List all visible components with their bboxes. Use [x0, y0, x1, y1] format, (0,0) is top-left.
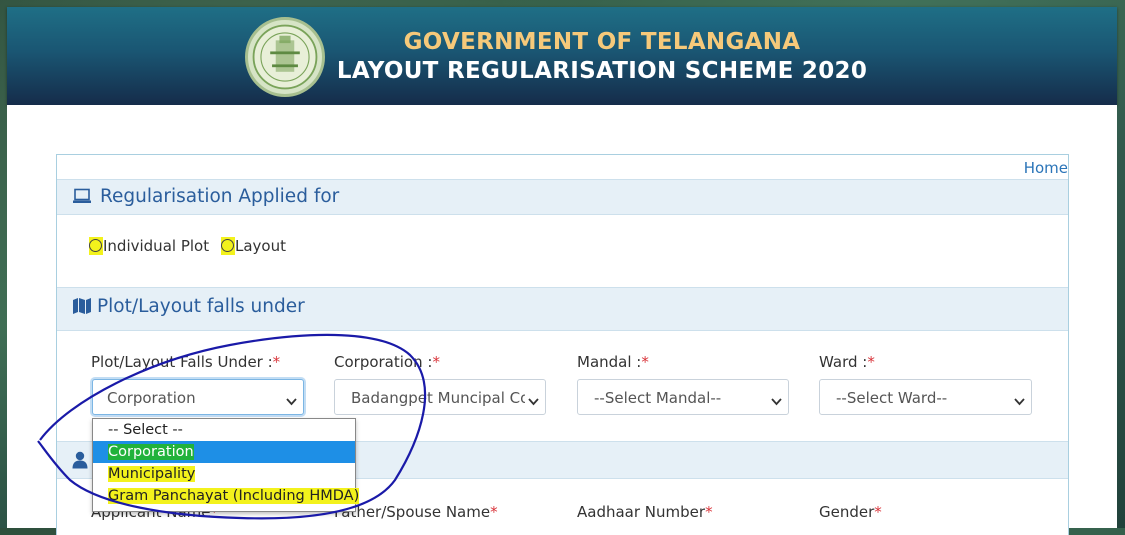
individual-plot-radio[interactable] [89, 239, 102, 252]
chevron-down-icon [771, 392, 782, 410]
user-icon [72, 451, 88, 474]
corporation-select[interactable]: Badangpet Muncipal Co [334, 379, 546, 415]
map-icon [72, 297, 92, 320]
mandal-label: Mandal :* [577, 353, 649, 371]
plot-section-header: Plot/Layout falls under [57, 287, 1068, 331]
layout-option[interactable]: Layout [221, 237, 286, 255]
dropdown-option-select[interactable]: -- Select -- [93, 419, 355, 441]
dropdown-option-gram-panchayat[interactable]: Gram Panchayat (Including HMDA) [93, 485, 360, 507]
regularisation-section-header: Regularisation Applied for [57, 179, 1068, 215]
laptop-icon [72, 188, 92, 209]
chevron-down-icon [1014, 392, 1025, 410]
chevron-down-icon [286, 392, 297, 410]
gender-label: Gender* [819, 503, 882, 521]
dropdown-option-corporation[interactable]: Corporation [93, 441, 355, 463]
falls-under-select[interactable]: Corporation [92, 379, 304, 415]
falls-under-dropdown-list: -- Select -- Corporation Municipality Gr… [92, 418, 360, 512]
home-link[interactable]: Home [1024, 159, 1068, 177]
ward-label: Ward :* [819, 353, 875, 371]
mandal-select[interactable]: --Select Mandal-- [577, 379, 789, 415]
government-title: GOVERNMENT OF TELANGANA [403, 29, 801, 55]
aadhaar-number-label: Aadhaar Number* [577, 503, 713, 521]
falls-under-label: Plot/Layout Falls Under :* [91, 353, 281, 371]
scheme-title: LAYOUT REGULARISATION SCHEME 2020 [336, 58, 868, 84]
plot-heading: Plot/Layout falls under [97, 296, 305, 317]
regularisation-heading: Regularisation Applied for [100, 186, 340, 207]
corporation-label: Corporation :* [334, 353, 440, 371]
layout-radio[interactable] [221, 239, 234, 252]
individual-plot-option[interactable]: Individual Plot [89, 237, 209, 255]
site-header: GOVERNMENT OF TELANGANA LAYOUT REGULARIS… [7, 7, 1117, 105]
chevron-down-icon [525, 392, 539, 410]
dropdown-option-municipality[interactable]: Municipality [93, 463, 355, 485]
ward-select[interactable]: --Select Ward-- [819, 379, 1032, 415]
